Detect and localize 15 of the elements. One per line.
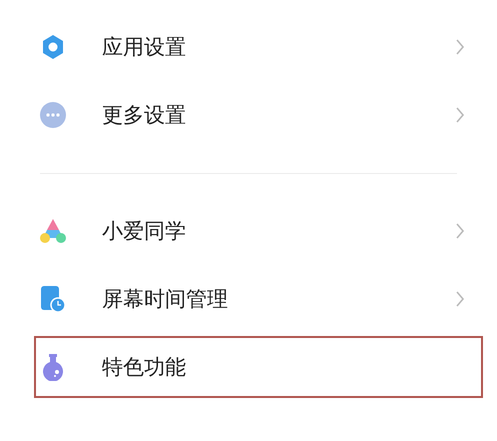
settings-item[interactable]: 小爱同学: [34, 200, 483, 262]
settings-item[interactable]: 应用设置: [34, 16, 483, 78]
settings-item[interactable]: 屏幕时间管理: [34, 268, 483, 330]
item-label: 屏幕时间管理: [102, 286, 229, 313]
item-label: 小爱同学: [102, 218, 187, 245]
item-label: 更多设置: [102, 102, 187, 129]
gear-icon: [40, 34, 66, 60]
more-icon: [40, 102, 66, 128]
flask-icon: [40, 353, 66, 381]
item-label: 特色功能: [102, 354, 187, 381]
screen-time-icon: [40, 285, 66, 313]
item-label: 应用设置: [102, 34, 187, 61]
assistant-icon: [39, 218, 67, 244]
settings-item[interactable]: 更多设置: [34, 84, 483, 146]
settings-item[interactable]: 特色功能: [34, 336, 483, 398]
